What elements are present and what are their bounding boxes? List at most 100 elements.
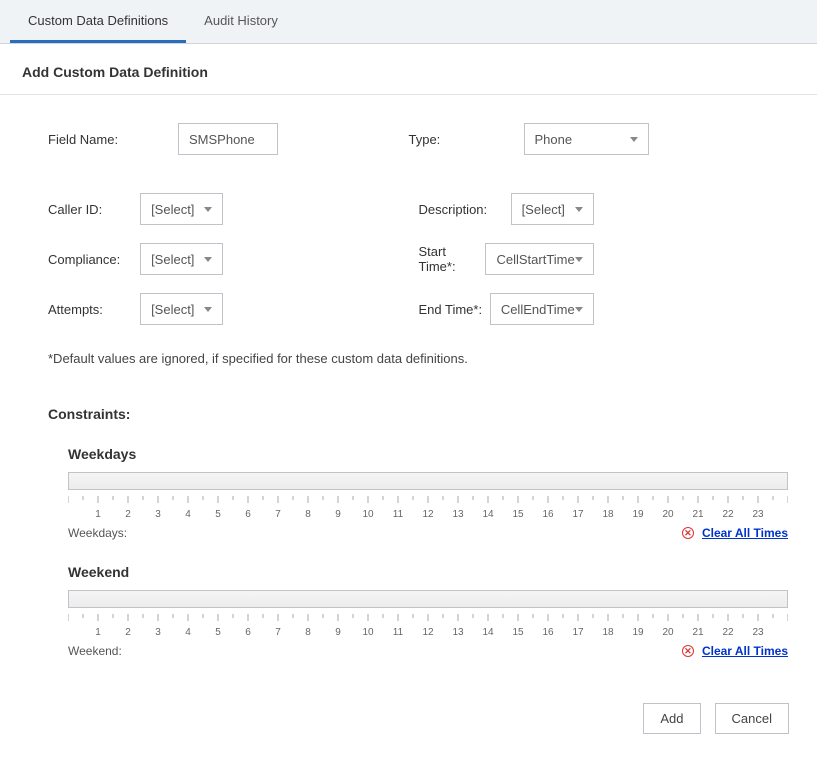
hour-label: 2 [113, 509, 143, 520]
chevron-down-icon [204, 307, 212, 312]
hour-label: 14 [473, 627, 503, 638]
hour-label: 4 [173, 509, 203, 520]
hour-label: 13 [443, 509, 473, 520]
weekend-footer-label: Weekend: [68, 644, 122, 658]
clear-all-times-weekdays[interactable]: Clear All Times [702, 526, 788, 540]
hour-label: 23 [743, 627, 773, 638]
hour-label: 14 [473, 509, 503, 520]
hour-label: 18 [593, 509, 623, 520]
close-icon[interactable]: ✕ [682, 645, 694, 657]
hour-label: 6 [233, 509, 263, 520]
field-name-label: Field Name: [48, 132, 178, 147]
caller-id-value: [Select] [151, 202, 194, 217]
clear-all-times-weekend[interactable]: Clear All Times [702, 644, 788, 658]
end-time-value: CellEndTime [501, 302, 575, 317]
hour-label: 7 [263, 627, 293, 638]
hour-label: 10 [353, 509, 383, 520]
hour-label: 4 [173, 627, 203, 638]
hour-label: 11 [383, 627, 413, 638]
hour-label: 3 [143, 627, 173, 638]
weekend-hour-row: 1234567891011121314151617181920212223 [68, 627, 788, 638]
hour-label: 19 [623, 509, 653, 520]
hour-label: 7 [263, 509, 293, 520]
chevron-down-icon [575, 207, 583, 212]
weekdays-footer-label: Weekdays: [68, 526, 127, 540]
weekdays-heading: Weekdays [68, 446, 769, 462]
hour-label: 16 [533, 627, 563, 638]
weekend-constraint: Weekend 12345678910111213141516171819202… [68, 564, 769, 658]
compliance-select[interactable]: [Select] [140, 243, 223, 275]
hour-label: 11 [383, 509, 413, 520]
caller-id-select[interactable]: [Select] [140, 193, 223, 225]
hour-label: 10 [353, 627, 383, 638]
type-select[interactable]: Phone [524, 123, 649, 155]
hour-label: 12 [413, 509, 443, 520]
hour-label: 13 [443, 627, 473, 638]
hour-label: 1 [83, 627, 113, 638]
hour-label: 15 [503, 509, 533, 520]
hour-label: 12 [413, 627, 443, 638]
hour-label: 20 [653, 627, 683, 638]
hour-label: 5 [203, 627, 233, 638]
cancel-button[interactable]: Cancel [715, 703, 789, 734]
tab-audit-history[interactable]: Audit History [186, 0, 296, 43]
weekend-heading: Weekend [68, 564, 769, 580]
hour-label: 23 [743, 509, 773, 520]
tabs-bar: Custom Data Definitions Audit History [0, 0, 817, 44]
type-label: Type: [409, 132, 524, 147]
caller-id-label: Caller ID: [48, 202, 140, 217]
hour-label: 3 [143, 509, 173, 520]
attempts-label: Attempts: [48, 302, 140, 317]
description-select[interactable]: [Select] [511, 193, 594, 225]
hour-label: 2 [113, 627, 143, 638]
chevron-down-icon [630, 137, 638, 142]
weekend-ticks [68, 614, 788, 622]
hour-label: 15 [503, 627, 533, 638]
hour-label: 20 [653, 509, 683, 520]
start-time-value: CellStartTime [496, 252, 574, 267]
description-label: Description: [419, 202, 511, 217]
end-time-label: End Time*: [419, 302, 490, 317]
weekend-slider[interactable] [68, 590, 788, 608]
hour-label: 5 [203, 509, 233, 520]
hour-label: 16 [533, 509, 563, 520]
hour-label: 9 [323, 627, 353, 638]
hour-label: 22 [713, 509, 743, 520]
weekdays-hour-row: 1234567891011121314151617181920212223 [68, 509, 788, 520]
chevron-down-icon [575, 307, 583, 312]
hour-label: 21 [683, 509, 713, 520]
add-button[interactable]: Add [643, 703, 700, 734]
constraints-title: Constraints: [48, 406, 769, 422]
hour-label: 1 [83, 509, 113, 520]
tab-custom-data-definitions[interactable]: Custom Data Definitions [10, 0, 186, 43]
hour-label: 8 [293, 509, 323, 520]
start-time-label: Start Time*: [419, 244, 486, 274]
end-time-select[interactable]: CellEndTime [490, 293, 594, 325]
hour-label: 17 [563, 627, 593, 638]
description-value: [Select] [522, 202, 565, 217]
type-select-value: Phone [535, 132, 573, 147]
default-values-note: *Default values are ignored, if specifie… [48, 351, 769, 366]
hour-label: 22 [713, 627, 743, 638]
chevron-down-icon [204, 257, 212, 262]
compliance-value: [Select] [151, 252, 194, 267]
weekdays-constraint: Weekdays 1234567891011121314151617181920… [68, 446, 769, 540]
section-title: Add Custom Data Definition [0, 44, 817, 95]
close-icon[interactable]: ✕ [682, 527, 694, 539]
hour-label: 8 [293, 627, 323, 638]
hour-label: 18 [593, 627, 623, 638]
compliance-label: Compliance: [48, 252, 140, 267]
chevron-down-icon [204, 207, 212, 212]
weekdays-slider[interactable] [68, 472, 788, 490]
hour-label: 21 [683, 627, 713, 638]
hour-label: 9 [323, 509, 353, 520]
attempts-value: [Select] [151, 302, 194, 317]
hour-label: 19 [623, 627, 653, 638]
weekdays-ticks [68, 496, 788, 504]
start-time-select[interactable]: CellStartTime [485, 243, 593, 275]
hour-label: 17 [563, 509, 593, 520]
chevron-down-icon [575, 257, 583, 262]
field-name-input[interactable]: SMSPhone [178, 123, 278, 155]
hour-label: 6 [233, 627, 263, 638]
attempts-select[interactable]: [Select] [140, 293, 223, 325]
